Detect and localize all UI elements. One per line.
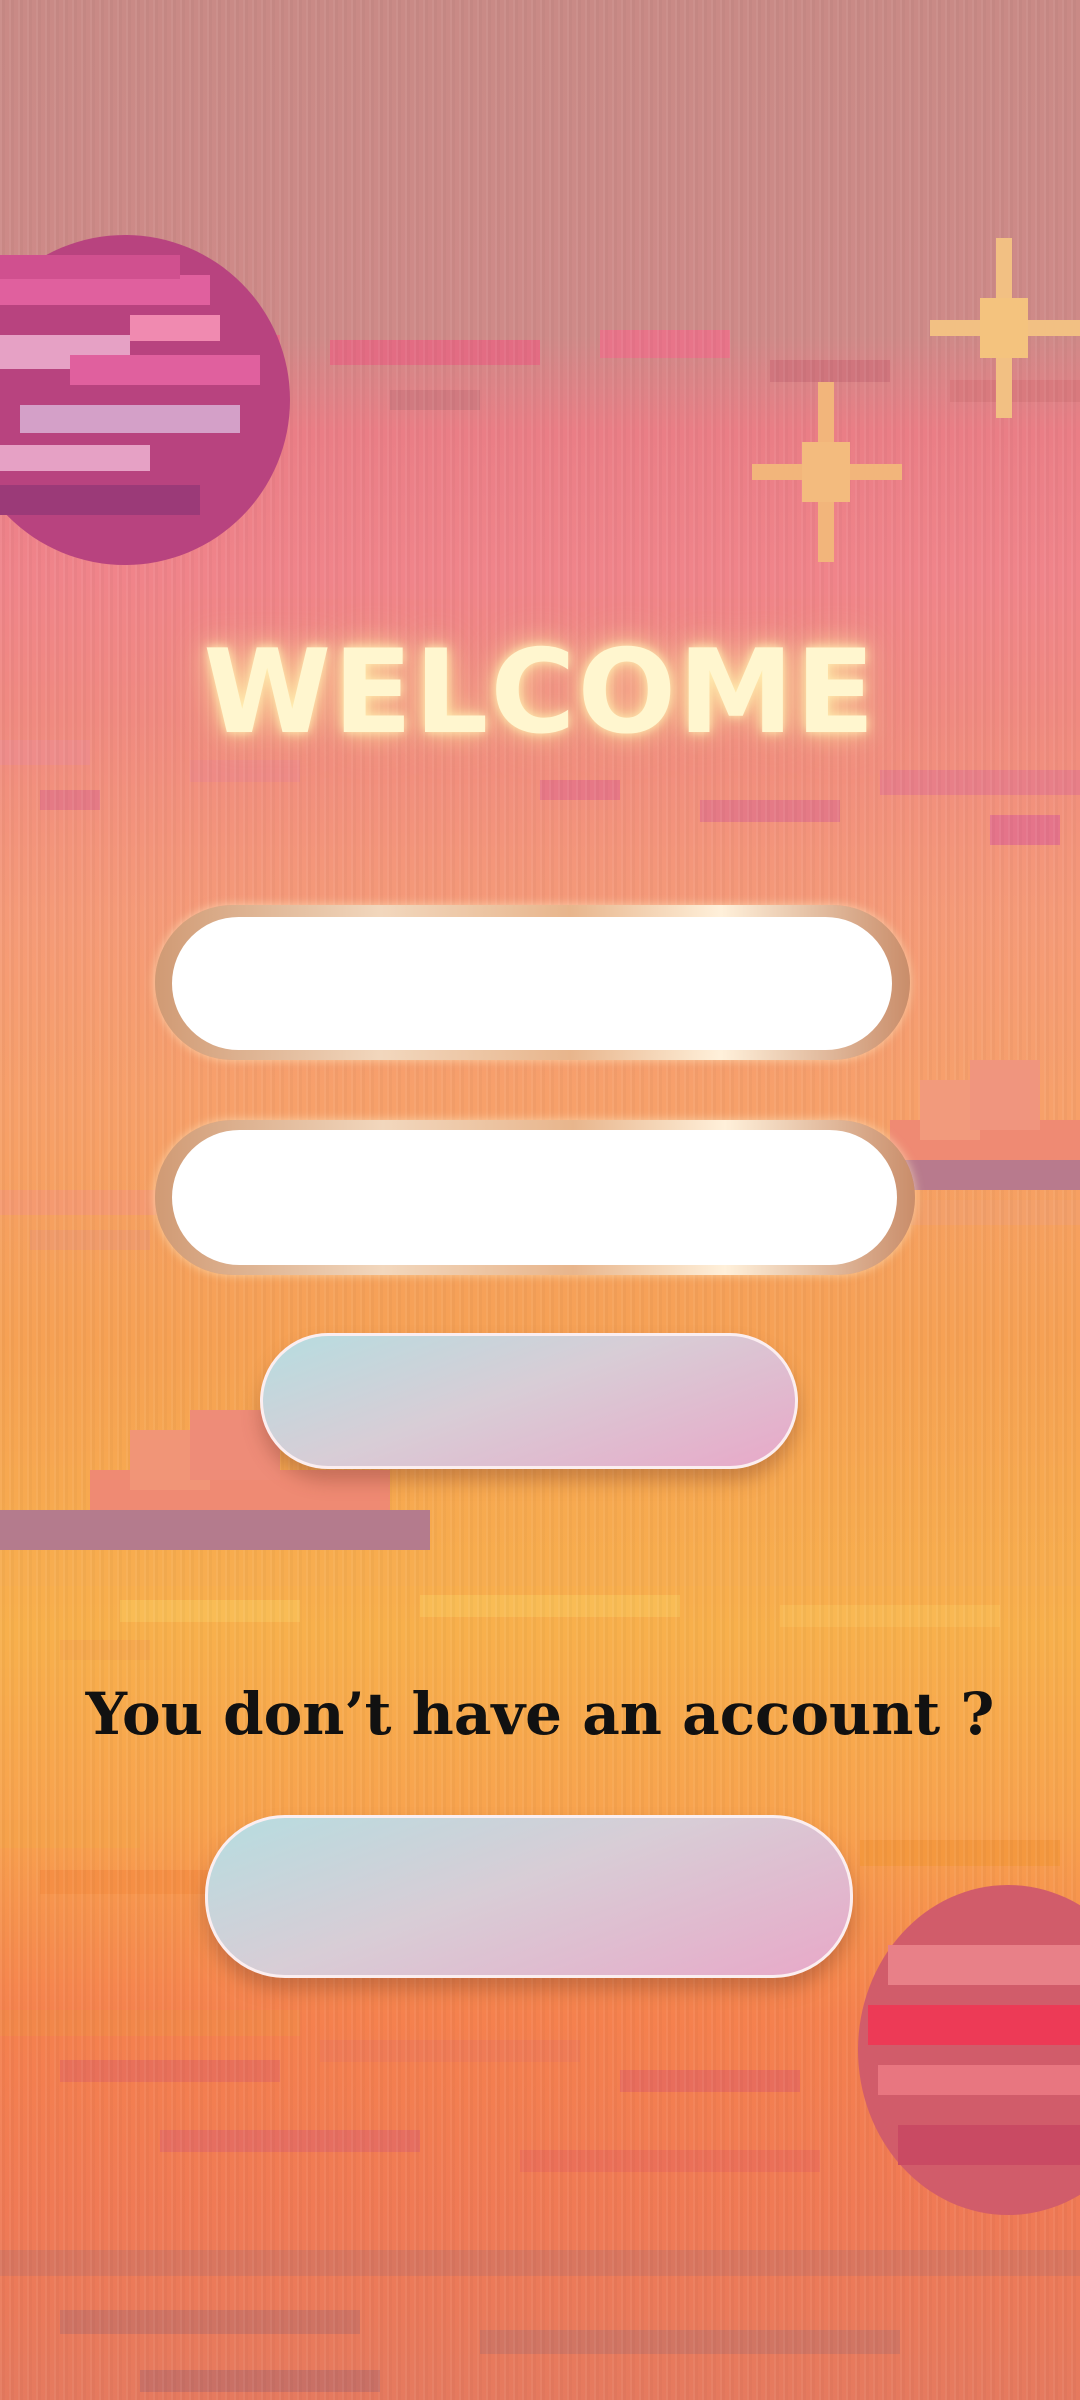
first-input-field[interactable] [172,917,892,1050]
login-screen: WELCOME You don’t have an account ? [0,0,1080,2400]
second-input-field[interactable] [172,1130,897,1265]
secondary-signup-button[interactable] [205,1815,853,1978]
pixel-band-yellow [0,1550,1080,1670]
no-account-question: You don’t have an account ? [85,1680,995,1748]
sparkle-icon [752,382,902,562]
sparkle-icon [930,238,1080,418]
pixel-band-bottom-3 [0,2220,1080,2400]
welcome-title: WELCOME [203,625,877,760]
pink-planet-icon [0,235,290,565]
red-planet-icon [858,1885,1080,2215]
primary-submit-button[interactable] [260,1333,798,1469]
